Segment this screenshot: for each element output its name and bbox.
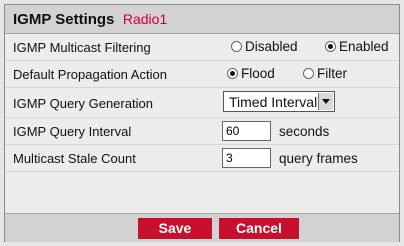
query-generation-row: IGMP Query Generation Timed Interval (5, 88, 399, 118)
stale-count-unit: query frames (279, 151, 358, 166)
propagation-label: Default Propagation Action (13, 67, 167, 82)
save-button[interactable]: Save (138, 218, 212, 239)
query-generation-value: Timed Interval (229, 94, 318, 110)
propagation-filter-label: Filter (317, 66, 347, 81)
radio-unchecked-icon (303, 68, 314, 79)
filtering-label: IGMP Multicast Filtering (13, 40, 151, 55)
query-interval-label: IGMP Query Interval (13, 124, 132, 139)
radio-checked-icon (325, 41, 336, 52)
filtering-enabled-radio[interactable]: Enabled (325, 39, 389, 54)
filtering-disabled-radio[interactable]: Disabled (231, 39, 298, 54)
stale-count-input[interactable] (222, 148, 271, 168)
radio-unchecked-icon (231, 41, 242, 52)
cancel-button[interactable]: Cancel (219, 218, 299, 239)
stale-count-label: Multicast Stale Count (13, 151, 136, 166)
filtering-row: IGMP Multicast Filtering Disabled Enable… (5, 34, 399, 61)
query-generation-label: IGMP Query Generation (13, 96, 153, 111)
igmp-settings-panel: IGMP Settings Radio1 IGMP Multicast Filt… (4, 4, 400, 242)
query-interval-row: IGMP Query Interval seconds (5, 118, 399, 145)
propagation-flood-radio[interactable]: Flood (227, 66, 275, 81)
propagation-filter-radio[interactable]: Filter (303, 66, 347, 81)
query-interval-input[interactable] (222, 121, 271, 141)
chevron-down-icon[interactable] (318, 93, 333, 110)
filtering-enabled-label: Enabled (339, 39, 389, 54)
radio-checked-icon (227, 68, 238, 79)
panel-header: IGMP Settings Radio1 (5, 5, 399, 34)
query-interval-unit: seconds (279, 124, 330, 139)
panel-title: IGMP Settings (13, 11, 115, 28)
query-generation-select[interactable]: Timed Interval (223, 91, 335, 112)
propagation-row: Default Propagation Action Flood Filter (5, 61, 399, 88)
stale-count-row: Multicast Stale Count query frames (5, 145, 399, 172)
radio-name: Radio1 (122, 11, 168, 27)
button-bar: Save Cancel (5, 213, 399, 242)
propagation-flood-label: Flood (241, 66, 275, 81)
filtering-disabled-label: Disabled (245, 39, 298, 54)
